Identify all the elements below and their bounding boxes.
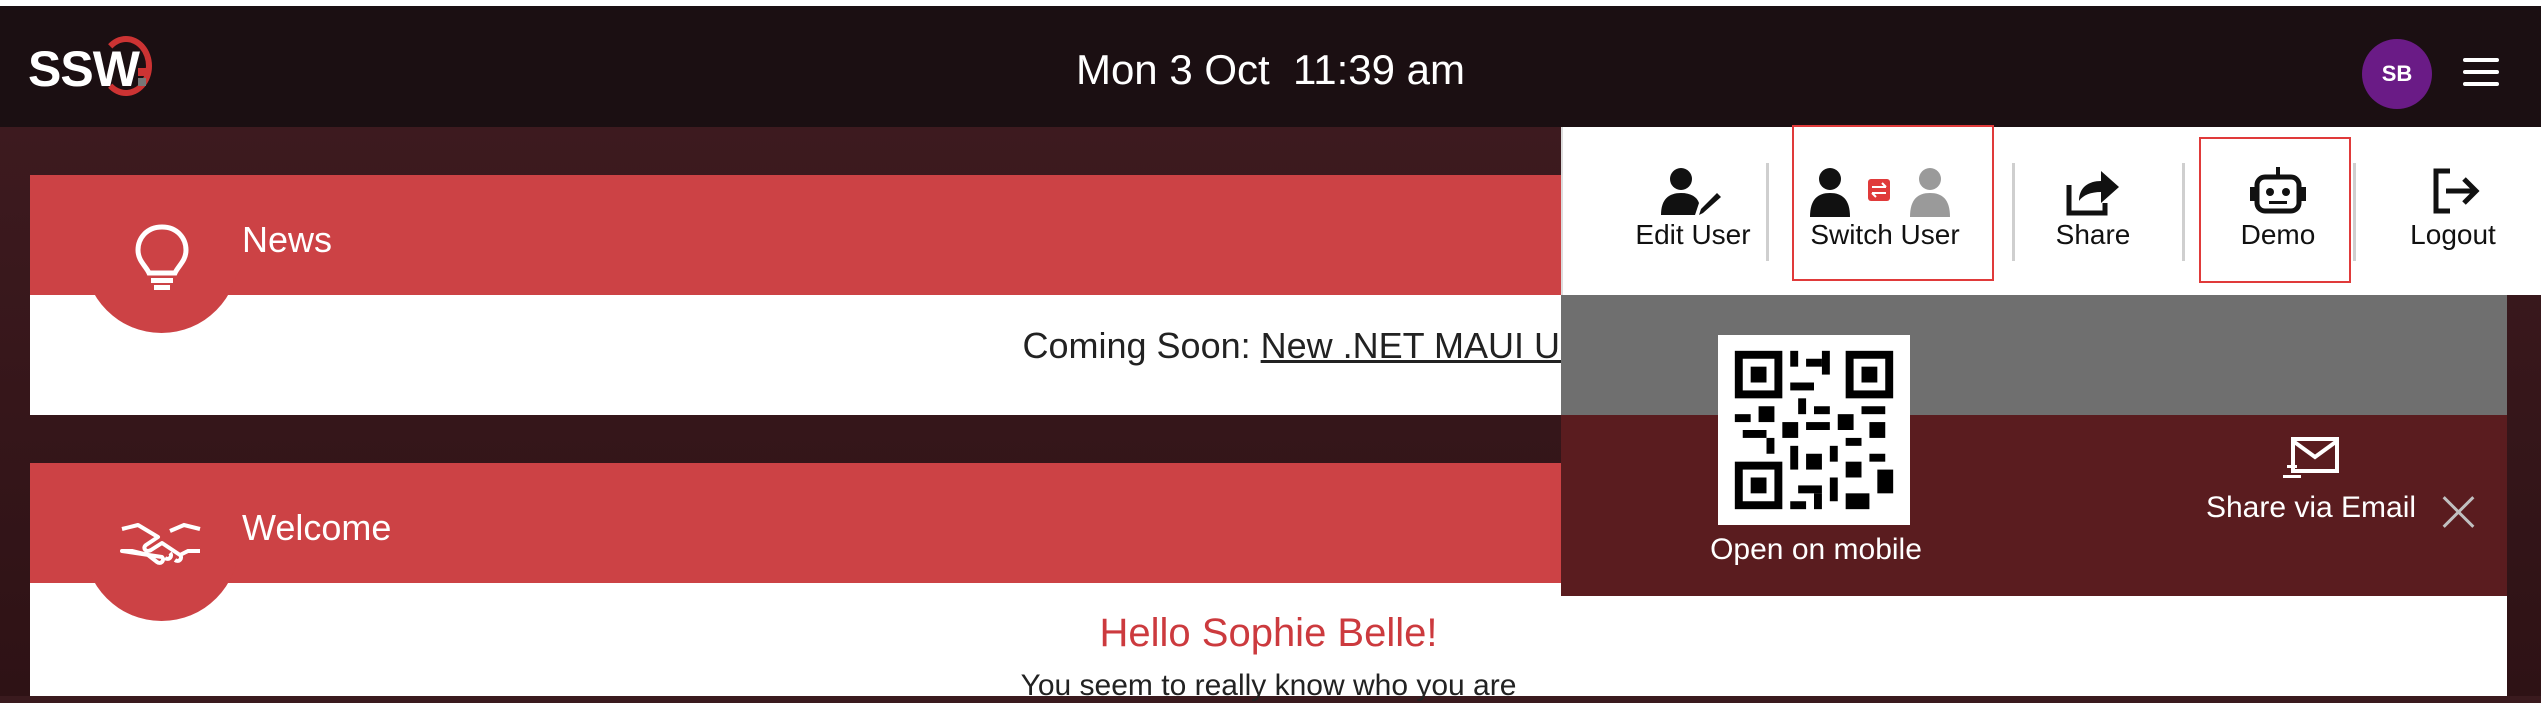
edit-user-button[interactable]: Edit User (1603, 127, 1783, 295)
welcome-badge (84, 503, 239, 621)
welcome-subtext: You seem to really know who you are (1020, 669, 1517, 702)
edit-user-label: Edit User (1635, 219, 1751, 250)
menu-divider (2353, 163, 2356, 261)
logout-label: Logout (2410, 219, 2496, 250)
share-icon (2066, 171, 2119, 216)
share-panel: Open on mobile Share via Email (1561, 295, 2507, 596)
news-text-prefix: Coming Soon: (1022, 325, 1261, 366)
share-email-caption: Share via Email (2205, 491, 2417, 524)
greeting: Hello Sophie Belle! (1099, 611, 1438, 655)
email-icon (2283, 437, 2339, 478)
share-email-button[interactable]: Share via Email (2161, 435, 2461, 535)
news-text: Coming Soon: New .NET MAUI UI (30, 325, 1570, 367)
qr-code-icon (1719, 335, 1909, 525)
qr-code[interactable] (1718, 335, 1910, 525)
share-button[interactable]: Share (2018, 127, 2168, 295)
handshake-icon (120, 522, 201, 565)
menu-divider (2182, 163, 2185, 261)
lightbulb-icon (135, 224, 189, 290)
close-icon[interactable] (2441, 495, 2475, 529)
hamburger-menu-icon[interactable] (2463, 58, 2499, 86)
user-menu: Edit User Switch User Share Demo Logout (1561, 125, 2541, 295)
qr-caption: Open on mobile (1710, 533, 1922, 566)
menu-divider (2012, 163, 2015, 261)
avatar-initials: SB (2381, 61, 2413, 86)
logout-icon (2433, 168, 2480, 214)
welcome-card-title: Welcome (242, 507, 392, 548)
news-badge (84, 215, 239, 333)
news-card-title: News (242, 219, 333, 260)
switch-user-highlight (1792, 125, 1994, 281)
avatar[interactable]: SB (2362, 39, 2432, 109)
top-bar: SSW Mon 3 Oct 11:39 am SB (0, 0, 2541, 127)
demo-highlight (2199, 137, 2351, 283)
share-label: Share (2055, 219, 2131, 250)
news-link[interactable]: New .NET MAUI UI (1261, 325, 1570, 366)
logout-button[interactable]: Logout (2368, 127, 2538, 295)
user-edit-icon (1661, 168, 1721, 215)
date-time: Mon 3 Oct 11:39 am (1075, 46, 1466, 93)
menu-divider (1766, 163, 1769, 261)
